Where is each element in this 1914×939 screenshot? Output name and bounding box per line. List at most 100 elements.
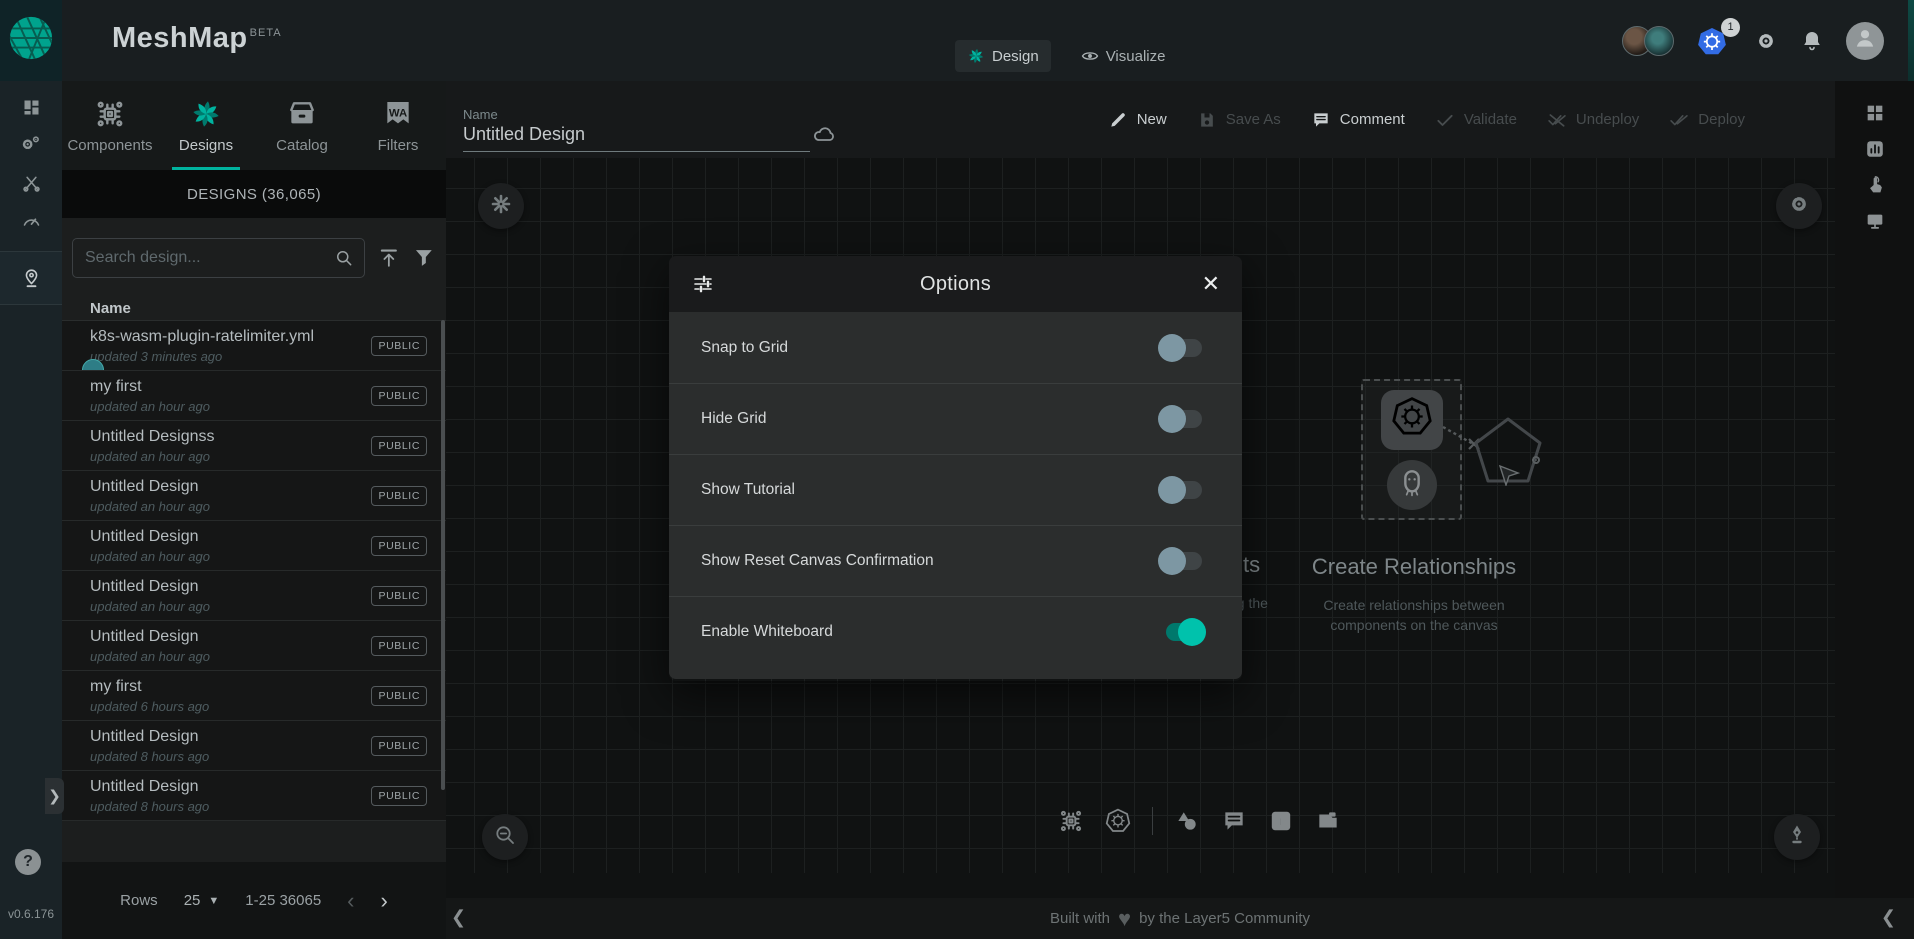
version-label: v0.6.176 <box>0 907 62 921</box>
canvas-action-button[interactable]: Deploy <box>1669 110 1745 130</box>
dock-kubernetes-icon[interactable] <box>1105 808 1131 834</box>
design-search[interactable] <box>72 238 365 278</box>
sidebar-item-meshmap-active[interactable] <box>0 251 62 305</box>
help-button[interactable]: ? <box>15 849 41 875</box>
option-toggle-switch[interactable] <box>1158 547 1206 575</box>
sidebar-expand-chevron[interactable]: ❯ <box>45 778 64 814</box>
caret-down-icon: ▼ <box>208 895 219 907</box>
drawer-tab[interactable]: WA Filters <box>350 81 446 170</box>
design-list-item[interactable]: Untitled Design updated an hour ago PUBL… <box>62 621 446 671</box>
action-label: Deploy <box>1698 111 1745 128</box>
sidebar-item-dashboard[interactable] <box>0 89 62 125</box>
list-scrollbar[interactable] <box>441 320 445 790</box>
notifications-icon[interactable] <box>1800 29 1824 53</box>
toggle-knob <box>1158 547 1186 575</box>
panel-grid-view-icon[interactable] <box>1835 95 1914 130</box>
canvas-config-gear-button[interactable] <box>1776 183 1822 229</box>
close-icon[interactable]: ✕ <box>1202 271 1220 297</box>
canvas-action-button[interactable]: Save As <box>1197 110 1281 130</box>
search-input[interactable] <box>83 248 334 268</box>
design-name-input[interactable] <box>463 124 810 152</box>
page-next-button[interactable]: › <box>381 890 388 912</box>
filter-icon[interactable] <box>412 246 436 270</box>
footer-collapse-left-chevron[interactable]: ❮ <box>451 907 466 928</box>
option-toggle-switch[interactable] <box>1158 476 1206 504</box>
tutorial-title: Create Relationships <box>1284 554 1544 580</box>
profile-avatar[interactable] <box>1846 22 1884 60</box>
option-toggle-switch[interactable] <box>1158 618 1206 646</box>
option-toggle-switch[interactable] <box>1158 405 1206 433</box>
mode-button[interactable]: Design <box>955 40 1051 72</box>
panel-interact-icon[interactable] <box>1835 167 1914 202</box>
collaborator-avatars[interactable] <box>1622 26 1674 56</box>
canvas-action-button[interactable]: Comment <box>1311 110 1405 130</box>
zoom-out-button[interactable] <box>482 814 528 860</box>
canvas-dock: T <box>1058 807 1341 835</box>
panel-dashboard-icon[interactable] <box>1835 131 1914 166</box>
heart-icon: ♥ <box>1118 908 1131 930</box>
dock-comment-icon[interactable] <box>1221 808 1247 834</box>
designs-drawer: Components Designs Catalog WA Filters DE… <box>62 81 446 939</box>
canvas-action-button[interactable]: Validate <box>1435 110 1517 130</box>
drawer-tab[interactable]: Components <box>62 81 158 170</box>
footer-collapse-right-chevron[interactable]: ❮ <box>1881 907 1896 928</box>
design-list-item[interactable]: Untitled Design updated an hour ago PUBL… <box>62 571 446 621</box>
drawer-tab[interactable]: Catalog <box>254 81 350 170</box>
action-label: Save As <box>1226 111 1281 128</box>
visibility-badge: PUBLIC <box>371 486 427 506</box>
options-modal: Options ✕ Snap to Grid Hide Grid <box>669 256 1242 681</box>
sidebar-item-performance[interactable] <box>0 203 62 239</box>
sidebar-item-lifecycle[interactable] <box>0 127 62 163</box>
import-design-icon[interactable] <box>377 246 401 270</box>
rows-per-page-select[interactable]: 25 ▼ <box>184 892 220 909</box>
toggle-knob <box>1158 476 1186 504</box>
beta-tag: BETA <box>250 27 282 39</box>
drawing-pen-button[interactable] <box>1774 814 1820 860</box>
drawer-tab[interactable]: Designs <box>158 81 254 170</box>
collaborator-avatar[interactable] <box>1644 26 1674 56</box>
page-prev-button[interactable]: ‹ <box>347 890 354 912</box>
design-list-item[interactable]: k8s-wasm-plugin-ratelimiter.yml updated … <box>62 321 446 371</box>
kubernetes-context-button[interactable]: 1 <box>1696 24 1732 58</box>
mode-button[interactable]: Visualize <box>1069 40 1178 72</box>
rows-per-page-value: 25 <box>184 892 201 909</box>
mode-switcher: Design Visualize <box>955 40 1177 72</box>
mode-icon <box>1081 47 1099 65</box>
design-list-item[interactable]: my first updated 6 hours ago PUBLIC <box>62 671 446 721</box>
list-pagination: Rows 25 ▼ 1-25 36065 ‹ › <box>62 862 446 939</box>
canvas-toolbar: Name New Save As <box>446 81 1835 158</box>
tab-icon: WA <box>382 98 414 130</box>
panel-display-icon[interactable] <box>1835 203 1914 238</box>
tab-label: Components <box>67 137 152 154</box>
kubernetes-context-count: 1 <box>1721 18 1740 37</box>
action-label: Validate <box>1464 111 1517 128</box>
design-list-item[interactable]: Untitled Design updated 8 hours ago PUBL… <box>62 721 446 771</box>
design-list-item[interactable]: Untitled Design updated an hour ago PUBL… <box>62 471 446 521</box>
design-list-item[interactable]: my first updated an hour ago PUBLIC <box>62 371 446 421</box>
svg-text:WA: WA <box>389 107 407 119</box>
tutorial-kubernetes-node <box>1381 390 1443 450</box>
design-name-label: Name <box>463 107 498 122</box>
design-list-item[interactable]: Untitled Design updated an hour ago PUBL… <box>62 521 446 571</box>
canvas-settings-flower-button[interactable] <box>478 183 524 229</box>
meshery-logo[interactable] <box>0 0 62 81</box>
dock-shapes-icon[interactable] <box>1174 808 1200 834</box>
option-toggle-switch[interactable] <box>1158 334 1206 362</box>
pagination-range: 1-25 36065 <box>245 892 321 909</box>
toggle-knob <box>1178 618 1206 646</box>
dock-components-icon[interactable] <box>1058 808 1084 834</box>
option-label: Snap to Grid <box>701 339 788 357</box>
option-row: Snap to Grid <box>669 312 1242 383</box>
visibility-badge: PUBLIC <box>371 436 427 456</box>
action-label: Undeploy <box>1576 111 1639 128</box>
sidebar-item-configuration[interactable] <box>0 165 62 201</box>
settings-icon[interactable] <box>1754 29 1778 53</box>
dock-text-icon[interactable]: T <box>1268 808 1294 834</box>
design-list-item[interactable]: Untitled Design updated 8 hours ago PUBL… <box>62 771 446 821</box>
dock-image-icon[interactable] <box>1315 808 1341 834</box>
column-header-name: Name <box>90 300 131 317</box>
canvas-action-button[interactable]: Undeploy <box>1547 110 1639 130</box>
design-list-item[interactable]: Untitled Designss updated an hour ago PU… <box>62 421 446 471</box>
canvas-action-button[interactable]: New <box>1108 110 1167 130</box>
magnifier-minus-icon <box>493 823 517 852</box>
